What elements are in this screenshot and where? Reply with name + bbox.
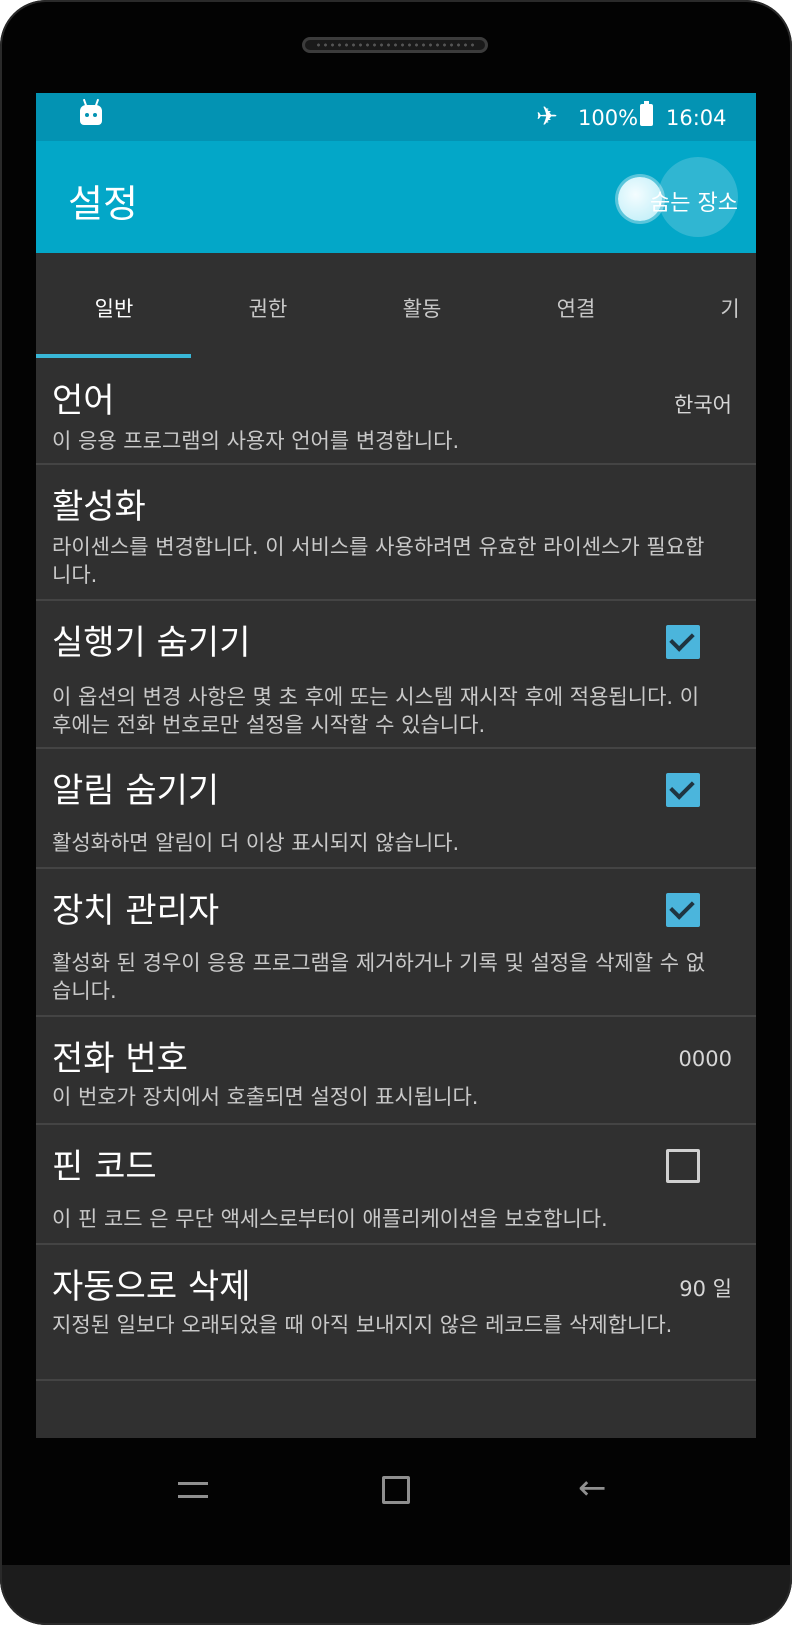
setting-description: 이 옵션의 변경 사항은 몇 초 후에 또는 시스템 재시작 후에 적용됩니다.… <box>52 685 700 737</box>
setting-title: 알림 숨기기 <box>52 771 220 811</box>
setting-description: 이 핀 코드 은 무단 액세스로부터이 애플리케이션을 보호합니다. <box>52 1207 608 1231</box>
earpiece-speaker <box>302 37 488 53</box>
toggle-label: 숨는 장소 <box>650 191 738 216</box>
setting-description: 이 응용 프로그램의 사용자 언어를 변경합니다. <box>52 429 460 453</box>
setting-value: 한국어 <box>674 393 732 417</box>
tab-connection[interactable]: 연결 <box>496 293 656 323</box>
check-icon <box>669 894 695 920</box>
phone-frame: ✈ 100% 16:04 설정 숨는 장소 일반 권한 활동 연결 기 언어 한… <box>0 0 792 1625</box>
setting-phone-number[interactable]: 전화 번호 0000 이 번호가 장치에서 호출되면 설정이 표시됩니다. <box>36 1017 756 1125</box>
tab-indicator <box>36 354 191 358</box>
setting-description: 라이센스를 변경합니다. 이 서비스를 사용하려면 유효한 라이센스가 필요합니… <box>52 535 705 587</box>
recent-apps-icon[interactable] <box>178 1480 208 1500</box>
pin-code-checkbox[interactable] <box>666 1149 700 1183</box>
clock: 16:04 <box>666 106 727 130</box>
setting-title: 장치 관리자 <box>52 891 220 931</box>
setting-title: 자동으로 삭제 <box>52 1267 251 1307</box>
hide-app-toggle[interactable]: 숨는 장소 <box>618 157 738 237</box>
back-icon[interactable]: ← <box>578 1470 607 1506</box>
phone-chin <box>0 1565 792 1625</box>
setting-auto-delete[interactable]: 자동으로 삭제 90 일 지정된 일보다 오래되었을 때 아직 보내지지 않은 … <box>36 1245 756 1381</box>
airplane-mode-icon: ✈ <box>536 102 558 132</box>
setting-language[interactable]: 언어 한국어 이 응용 프로그램의 사용자 언어를 변경합니다. <box>36 361 756 465</box>
setting-value: 0000 <box>678 1047 732 1071</box>
setting-description: 지정된 일보다 오래되었을 때 아직 보내지지 않은 레코드를 삭제합니다. <box>52 1313 673 1337</box>
setting-title: 활성화 <box>52 487 146 527</box>
device-admin-checkbox[interactable] <box>666 893 700 927</box>
home-icon[interactable] <box>382 1476 410 1504</box>
check-icon <box>669 626 695 652</box>
app-bar: 설정 숨는 장소 <box>36 141 756 253</box>
navigation-bar: ← <box>0 1438 792 1565</box>
hide-launcher-checkbox[interactable] <box>666 625 700 659</box>
setting-title: 핀 코드 <box>52 1147 157 1187</box>
status-bar: ✈ 100% 16:04 <box>36 93 756 141</box>
tab-bar: 일반 권한 활동 연결 기 <box>36 253 756 361</box>
setting-title: 전화 번호 <box>52 1039 188 1079</box>
setting-hide-notifications[interactable]: 알림 숨기기 활성화하면 알림이 더 이상 표시되지 않습니다. <box>36 749 756 869</box>
screen: ✈ 100% 16:04 설정 숨는 장소 일반 권한 활동 연결 기 언어 한… <box>36 93 756 1438</box>
tab-general[interactable]: 일반 <box>36 293 194 323</box>
setting-description: 활성화 된 경우이 응용 프로그램을 제거하거나 기록 및 설정을 삭제할 수 … <box>52 951 706 1003</box>
setting-description: 활성화하면 알림이 더 이상 표시되지 않습니다. <box>52 831 460 855</box>
battery-percentage: 100% <box>578 106 639 130</box>
android-icon <box>80 105 102 125</box>
page-title: 설정 <box>68 182 138 226</box>
tab-activity[interactable]: 활동 <box>342 293 502 323</box>
setting-pin-code[interactable]: 핀 코드 이 핀 코드 은 무단 액세스로부터이 애플리케이션을 보호합니다. <box>36 1125 756 1245</box>
battery-icon <box>640 101 653 126</box>
setting-title: 언어 <box>52 381 115 421</box>
check-icon <box>669 774 695 800</box>
setting-device-admin[interactable]: 장치 관리자 활성화 된 경우이 응용 프로그램을 제거하거나 기록 및 설정을… <box>36 869 756 1017</box>
setting-activation[interactable]: 활성화 라이센스를 변경합니다. 이 서비스를 사용하려면 유효한 라이센스가 … <box>36 465 756 601</box>
setting-description: 이 번호가 장치에서 호출되면 설정이 표시됩니다. <box>52 1085 479 1109</box>
setting-value: 90 일 <box>679 1277 732 1301</box>
tab-permissions[interactable]: 권한 <box>188 293 348 323</box>
hide-notifications-checkbox[interactable] <box>666 773 700 807</box>
setting-hide-launcher[interactable]: 실행기 숨기기 이 옵션의 변경 사항은 몇 초 후에 또는 시스템 재시작 후… <box>36 601 756 749</box>
tab-more[interactable]: 기 <box>650 293 756 323</box>
setting-title: 실행기 숨기기 <box>52 623 251 663</box>
